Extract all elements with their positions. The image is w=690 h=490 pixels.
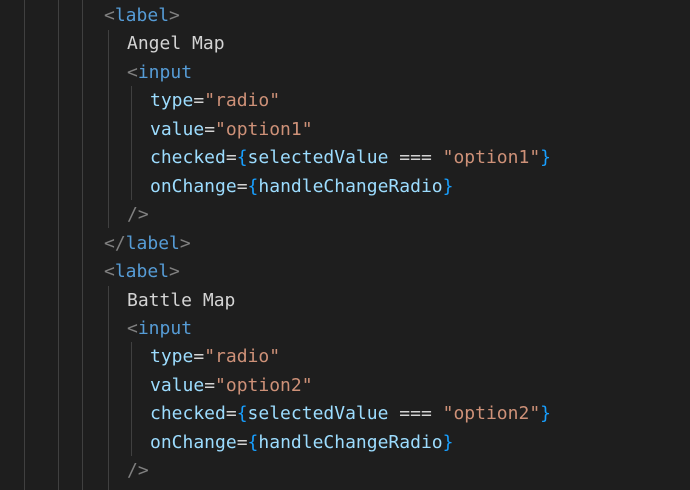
indent-guide [131, 86, 132, 200]
code-token: label [114, 5, 170, 26]
code-token: > [169, 5, 180, 26]
code-token: onChange [150, 431, 237, 453]
code-line: checked={selectedValue === "option1"} [150, 144, 551, 172]
code-line: onChange={handleChangeRadio} [150, 173, 453, 201]
code-line: Angel Map [127, 30, 225, 58]
indent-guide [58, 0, 59, 490]
code-token: </ [104, 232, 126, 254]
code-line: /> [127, 457, 149, 485]
code-line: <input [127, 315, 192, 343]
code-token: label [125, 232, 180, 254]
code-token: selectedValue [247, 403, 389, 425]
indent-guide [131, 342, 132, 456]
code-line: checked={selectedValue === "option2"} [150, 400, 551, 428]
code-token: = [204, 374, 216, 396]
code-token: input [137, 317, 193, 339]
code-token: < [104, 261, 115, 283]
code-token: Angel Map [127, 33, 225, 55]
indent-guide [24, 0, 25, 490]
code-token: "radio" [204, 90, 281, 112]
code-token: onChange [150, 175, 237, 197]
code-token: < [104, 5, 115, 26]
code-token: /> [127, 460, 149, 482]
code-token: } [442, 175, 454, 197]
code-token: { [236, 403, 248, 425]
code-token: } [540, 403, 552, 425]
code-token: { [247, 175, 259, 197]
indent-guide [108, 286, 109, 490]
code-token: "option1" [442, 147, 541, 169]
code-token: checked [150, 403, 226, 425]
code-token: } [540, 147, 552, 169]
code-line: type="radio" [150, 343, 280, 371]
code-token: label [114, 261, 170, 283]
code-line: /> [127, 201, 149, 229]
code-token: < [127, 317, 138, 339]
code-token: input [137, 61, 193, 83]
code-token: { [236, 147, 248, 169]
code-line: <label> [104, 2, 180, 30]
code-token: } [442, 431, 454, 453]
code-token: handleChangeRadio [258, 175, 443, 197]
code-token: = [236, 175, 248, 197]
code-token: { [247, 431, 259, 453]
code-token: = [225, 147, 237, 169]
code-token: selectedValue [247, 147, 389, 169]
indent-guide [108, 30, 109, 228]
code-line: type="radio" [150, 87, 280, 115]
code-token: type [150, 346, 194, 368]
code-token: value [150, 374, 205, 396]
code-token: === [388, 147, 443, 169]
code-token: = [225, 403, 237, 425]
code-token: value [150, 118, 205, 140]
code-token: = [193, 90, 205, 112]
code-token: "option1" [215, 118, 313, 140]
code-line: <label> [104, 258, 180, 286]
code-line: Battle Map [127, 287, 235, 315]
code-line: value="option2" [150, 372, 313, 400]
code-token: handleChangeRadio [258, 431, 443, 453]
code-line: </label> [104, 230, 191, 258]
code-token: = [204, 118, 216, 140]
code-token: = [193, 346, 205, 368]
code-token: === [388, 403, 443, 425]
code-token: = [236, 431, 248, 453]
indent-guide [82, 0, 83, 490]
code-token: < [127, 61, 138, 83]
code-line: value="option1" [150, 116, 313, 144]
code-token: "option2" [215, 374, 313, 396]
code-line: <input [127, 59, 192, 87]
code-token: > [179, 232, 191, 254]
code-token: "option2" [442, 403, 541, 425]
code-token: "radio" [204, 346, 281, 368]
code-token: type [150, 90, 194, 112]
code-editor[interactable]: <label> Angel Map <input type="radio" value=… [0, 0, 690, 490]
code-token: checked [150, 147, 226, 169]
code-line: onChange={handleChangeRadio} [150, 429, 453, 457]
code-token: Battle Map [127, 289, 236, 311]
code-token: > [169, 261, 180, 283]
code-token: /> [127, 204, 149, 226]
